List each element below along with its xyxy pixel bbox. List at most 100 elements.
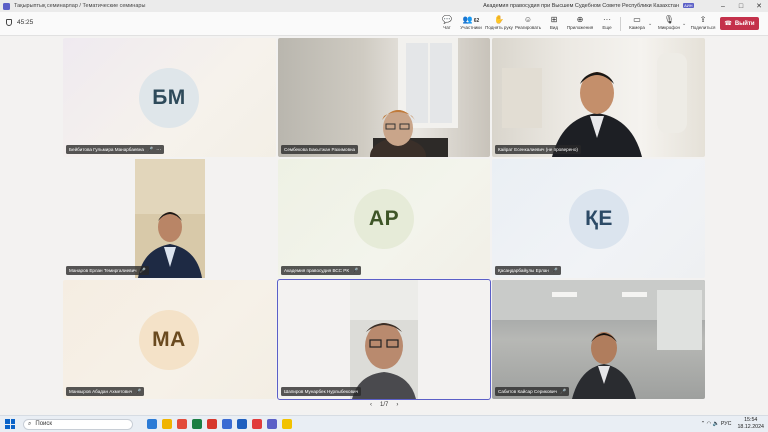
participant-tile[interactable]: Манаров Ерлан Темиргалиевич 🎤	[63, 159, 276, 278]
org-tag: АИН	[682, 3, 694, 8]
participant-tile[interactable]: Сембекова Бакытжан Рахимовна	[278, 38, 490, 157]
avatar: МА	[139, 310, 199, 370]
file-explorer-icon[interactable]	[162, 419, 172, 429]
gallery-pager: ‹ 1/7 ›	[370, 402, 398, 408]
tray-chevron-icon[interactable]: ⌃	[701, 421, 705, 427]
participant-name: Манкыров Абадан Ахметович	[69, 389, 133, 394]
hand-icon: ✋	[494, 15, 504, 24]
apps-button[interactable]: ⊕ Приложения	[565, 14, 595, 30]
participant-tile[interactable]: ҚЕ Қасаңдарбайұлы Ерлан 🎤	[492, 159, 705, 278]
raise-hand-button[interactable]: ✋ Поднять руку	[484, 14, 514, 30]
timer-text: 45:25	[17, 19, 34, 26]
avatar: АР	[354, 189, 414, 249]
avatar: БМ	[139, 68, 199, 128]
participant-name-tag: Сабитов Кайсар Серикович 🎤	[495, 387, 570, 396]
participant-tile[interactable]: БМ Бейбитова Гульмира Манарбаевна 🎤 ···	[63, 38, 276, 157]
word-icon[interactable]	[222, 419, 232, 429]
participants-count: 62	[473, 18, 480, 24]
window-title: Академия правосудия при Высшем Судебном …	[483, 3, 680, 9]
apps-icon: ⊕	[576, 15, 584, 24]
wifi-icon[interactable]: ◠	[707, 421, 712, 427]
participant-name-tag: Кайрат Есенкалиевич (не проверено)	[495, 145, 581, 154]
participant-tile-active-speaker[interactable]: Шапиров Мунарбек Нурлыбекович	[277, 279, 491, 400]
avatar: ҚЕ	[569, 189, 629, 249]
windows-start-icon[interactable]	[5, 419, 15, 429]
chrome-icon[interactable]	[177, 419, 187, 429]
participant-name: Академия правосудия ВСС РК	[284, 268, 350, 273]
mic-label: Микрофон	[658, 25, 680, 30]
teams-icon[interactable]	[267, 419, 277, 429]
video-feed	[370, 38, 458, 157]
mic-button[interactable]: 🎙 Микрофон	[654, 14, 684, 30]
window-controls: – □ ✕	[714, 0, 768, 12]
mic-muted-icon: 🎤	[146, 146, 154, 153]
participants-label: Участники	[460, 25, 482, 30]
participant-tile[interactable]: Кайрат Есенкалиевич (не проверено)	[492, 38, 705, 157]
mic-icon: 🎙	[663, 15, 675, 24]
maximize-icon[interactable]: □	[732, 0, 750, 12]
participant-tile[interactable]: АР Академия правосудия ВСС РК 🎤	[278, 159, 490, 278]
share-label: Поделиться	[690, 25, 716, 30]
chrome-profile-icon[interactable]	[252, 419, 262, 429]
mic-options-chevron-icon[interactable]: ⌄	[682, 21, 686, 27]
mic-muted-icon: 🎤	[559, 388, 567, 395]
participant-name: Қасаңдарбайұлы Ерлан	[498, 268, 549, 273]
meeting-toolbar: 45:25 💬 Чат 👥62 Участники ✋ Поднять руку…	[0, 12, 768, 36]
system-tray: ⌃ ◠ 🔈 РУС 15:54 18.12.2024	[701, 417, 764, 430]
people-icon: 👥62	[462, 15, 480, 24]
os-taskbar: ⌕ Поиск ⌃ ◠ 🔈 РУС 15:54 18.12.2024	[0, 415, 768, 432]
camera-options-chevron-icon[interactable]: ⌄	[648, 21, 652, 27]
video-feed	[492, 280, 705, 399]
participant-tile[interactable]: МА Манкыров Абадан Ахметович 🎤	[63, 280, 276, 399]
participant-name: Кайрат Есенкалиевич (не проверено)	[498, 147, 578, 152]
participant-name-tag: Бейбитова Гульмира Манарбаевна 🎤 ···	[66, 145, 165, 154]
video-feed	[135, 159, 205, 278]
phone-hangup-icon: ☎	[724, 21, 732, 27]
share-icon: ⇪	[699, 15, 707, 24]
video-feed	[502, 53, 687, 157]
pinned-apps	[147, 419, 292, 429]
window-title-wrap: Академия правосудия при Высшем Судебном …	[0, 3, 768, 9]
participant-name: Манаров Ерлан Темиргалиевич	[69, 268, 137, 273]
outlook-icon[interactable]	[237, 419, 247, 429]
yandex-icon[interactable]	[282, 419, 292, 429]
mic-muted-icon: 🎤	[551, 267, 559, 274]
toolbar-divider	[620, 17, 621, 31]
raise-hand-label: Поднять руку	[485, 25, 513, 30]
participant-name: Сембекова Бакытжан Рахимовна	[284, 147, 356, 152]
clock[interactable]: 15:54 18.12.2024	[737, 417, 764, 430]
more-icon: ···	[603, 15, 611, 24]
participants-button[interactable]: 👥62 Участники	[456, 14, 486, 30]
apps-label: Приложения	[566, 25, 594, 30]
leave-button[interactable]: ☎ Выйти	[720, 17, 759, 30]
taskbar-search[interactable]: ⌕ Поиск	[23, 418, 133, 430]
participant-name: Шапиров Мунарбек Нурлыбекович	[284, 389, 358, 394]
copilot-app-icon[interactable]	[147, 419, 157, 429]
close-icon[interactable]: ✕	[750, 0, 768, 12]
prev-page-chevron-icon[interactable]: ‹	[370, 402, 372, 408]
more-button[interactable]: ··· Еще	[592, 14, 622, 30]
participant-tile[interactable]: Сабитов Кайсар Серикович 🎤	[492, 280, 705, 399]
mic-muted-icon: 🎤	[135, 388, 142, 395]
acrobat-icon[interactable]	[207, 419, 217, 429]
minimize-icon[interactable]: –	[714, 0, 732, 12]
more-options-icon[interactable]: ···	[156, 147, 161, 153]
page-indicator: 1/7	[380, 402, 389, 408]
shield-icon	[6, 19, 12, 26]
share-button[interactable]: ⇪ Поделиться	[688, 14, 718, 30]
meeting-timer: 45:25	[6, 19, 33, 26]
participant-name: Сабитов Кайсар Серикович	[498, 389, 557, 394]
clock-date: 18.12.2024	[737, 423, 764, 430]
next-page-chevron-icon[interactable]: ›	[396, 402, 398, 408]
search-icon: ⌕	[28, 420, 32, 427]
mic-muted-icon: 🎤	[352, 267, 359, 274]
more-label: Еще	[602, 25, 612, 30]
language-indicator[interactable]: РУС	[721, 421, 732, 427]
search-placeholder: Поиск	[35, 421, 53, 427]
edge-icon[interactable]	[192, 419, 202, 429]
mic-muted-icon: 🎤	[139, 267, 146, 274]
volume-icon[interactable]: 🔈	[713, 421, 720, 427]
participant-name-tag: Манаров Ерлан Темиргалиевич 🎤	[66, 266, 149, 275]
participant-name-tag: Қасаңдарбайұлы Ерлан 🎤	[495, 266, 562, 275]
participant-name-tag: Шапиров Мунарбек Нурлыбекович	[281, 387, 361, 396]
